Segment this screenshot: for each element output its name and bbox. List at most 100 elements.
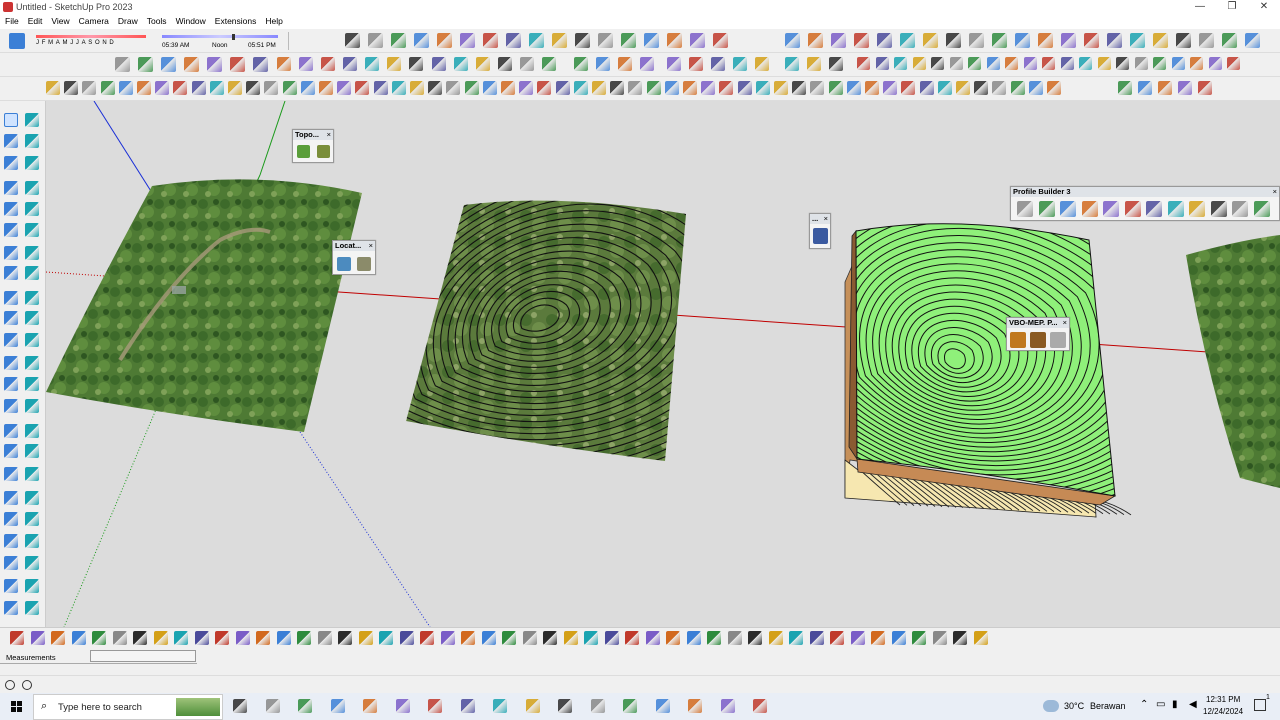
small-panel-close-icon[interactable]: × bbox=[824, 214, 828, 224]
contoured-image-surface[interactable] bbox=[237, 101, 915, 610]
draw-tool-icon[interactable] bbox=[428, 81, 443, 95]
bottom-tool-icon[interactable] bbox=[522, 631, 537, 645]
style-tool-icon[interactable] bbox=[574, 57, 588, 71]
profile-tool-icon[interactable] bbox=[1210, 201, 1227, 217]
bottom-tool-icon[interactable] bbox=[235, 631, 250, 645]
draw-tool-icon[interactable] bbox=[209, 81, 224, 95]
menu-edit[interactable]: Edit bbox=[23, 15, 47, 26]
curve-tool-icon[interactable] bbox=[968, 57, 981, 70]
vbo-mep-panel[interactable]: VBO-MEP. P... × bbox=[1006, 317, 1070, 351]
bottom-tool-icon[interactable] bbox=[932, 631, 947, 645]
style-tool-icon[interactable] bbox=[618, 57, 632, 71]
row1b-tool-icon[interactable] bbox=[1153, 33, 1168, 48]
bottom-tool-icon[interactable] bbox=[748, 631, 762, 645]
draw-tool-icon[interactable] bbox=[974, 81, 989, 95]
section-tool-icon[interactable] bbox=[542, 57, 556, 71]
camera-tool-icon[interactable] bbox=[299, 57, 313, 71]
left-tool-icon[interactable] bbox=[25, 467, 39, 481]
row1b-tool-icon[interactable] bbox=[946, 33, 961, 48]
row1-tool-icon[interactable] bbox=[506, 33, 521, 48]
draw-tool-icon[interactable] bbox=[919, 81, 934, 95]
terrain-tool-icon[interactable] bbox=[1118, 81, 1132, 95]
bottom-tool-icon[interactable] bbox=[338, 631, 352, 645]
bottom-tool-icon[interactable] bbox=[973, 631, 988, 645]
bottom-tool-icon[interactable] bbox=[317, 631, 332, 645]
draw-tool-icon[interactable] bbox=[901, 81, 916, 95]
draw-tool-icon[interactable] bbox=[1010, 81, 1025, 95]
row1-tool-icon[interactable] bbox=[644, 33, 659, 48]
curve-tool-icon[interactable] bbox=[1023, 57, 1037, 70]
row1b-tool-icon[interactable] bbox=[1084, 33, 1099, 48]
grid-tool-icon[interactable] bbox=[1050, 332, 1066, 348]
curve-tool-icon[interactable] bbox=[1171, 57, 1185, 70]
left-tool-icon[interactable] bbox=[4, 202, 18, 216]
camera-tool-icon[interactable] bbox=[365, 57, 379, 71]
close-button[interactable]: ✕ bbox=[1248, 0, 1280, 15]
bottom-tool-icon[interactable] bbox=[604, 631, 619, 645]
left-tool-icon[interactable] bbox=[4, 579, 18, 593]
draw-tool-icon[interactable] bbox=[592, 81, 606, 95]
draw-tool-icon[interactable] bbox=[628, 81, 643, 95]
row1-tool-icon[interactable] bbox=[713, 33, 728, 48]
bottom-tool-icon[interactable] bbox=[112, 631, 127, 645]
left-tool-icon[interactable] bbox=[4, 156, 18, 170]
view-tool-icon[interactable] bbox=[230, 57, 245, 72]
draw-tool-icon[interactable] bbox=[719, 81, 734, 95]
bottom-tool-icon[interactable] bbox=[502, 631, 516, 645]
row1b-tool-icon[interactable] bbox=[1176, 33, 1191, 48]
left-tool-icon[interactable] bbox=[25, 181, 39, 195]
bottom-tool-icon[interactable] bbox=[953, 631, 967, 645]
row1b-tool-icon[interactable] bbox=[1038, 33, 1053, 48]
left-tool-icon[interactable] bbox=[4, 311, 18, 325]
chevron-up-icon[interactable]: ⌃ bbox=[1140, 699, 1148, 710]
draw-tool-icon[interactable] bbox=[391, 81, 406, 95]
left-tool-icon[interactable] bbox=[25, 223, 39, 237]
menu-window[interactable]: Window bbox=[171, 15, 210, 26]
profile-tool-icon[interactable] bbox=[1017, 201, 1033, 217]
row1-tool-icon[interactable] bbox=[414, 33, 429, 48]
row1-tool-icon[interactable] bbox=[345, 33, 360, 48]
model-viewport[interactable]: Topo... × Locat... × ... × Profile Builder … bbox=[46, 101, 1280, 627]
draw-tool-icon[interactable] bbox=[792, 81, 807, 95]
curve-tool-icon[interactable] bbox=[912, 57, 926, 70]
left-tool-icon[interactable] bbox=[4, 377, 18, 391]
bottom-tool-icon[interactable] bbox=[727, 631, 742, 645]
bottom-tool-icon[interactable] bbox=[686, 631, 701, 645]
left-tool-icon[interactable] bbox=[25, 333, 39, 347]
taskbar-app-tool-icon[interactable] bbox=[623, 699, 637, 713]
draw-tool-icon[interactable] bbox=[482, 81, 497, 95]
view-tool-icon[interactable] bbox=[161, 57, 176, 72]
bottom-tool-icon[interactable] bbox=[30, 631, 45, 645]
bottom-tool-icon[interactable] bbox=[707, 631, 721, 645]
view-tool-icon[interactable] bbox=[253, 57, 268, 72]
bottom-tool-icon[interactable] bbox=[358, 631, 373, 645]
curve-tool-icon[interactable] bbox=[894, 57, 907, 70]
left-tool-icon[interactable] bbox=[4, 467, 18, 481]
section-tool-icon[interactable] bbox=[432, 57, 446, 71]
left-tool-icon[interactable] bbox=[4, 601, 18, 615]
left-tool-icon[interactable] bbox=[25, 246, 39, 260]
terrain-tool-icon[interactable] bbox=[1158, 81, 1172, 95]
curve-tool-icon[interactable] bbox=[1060, 57, 1074, 70]
draw-tool-icon[interactable] bbox=[64, 81, 79, 95]
view-tool-icon[interactable] bbox=[115, 57, 130, 72]
view-tool-icon[interactable] bbox=[184, 57, 199, 72]
row1-tool-icon[interactable] bbox=[391, 33, 406, 48]
left-tool-icon[interactable] bbox=[25, 377, 39, 391]
profile-tool-icon[interactable] bbox=[1081, 201, 1098, 217]
menu-help[interactable]: Help bbox=[260, 15, 286, 26]
draw-tool-icon[interactable] bbox=[264, 81, 279, 95]
draw-tool-icon[interactable] bbox=[646, 81, 661, 95]
camera-tool-icon[interactable] bbox=[277, 57, 291, 71]
bottom-tool-icon[interactable] bbox=[768, 631, 783, 645]
left-tool-icon[interactable] bbox=[4, 266, 18, 280]
curve-tool-icon[interactable] bbox=[875, 57, 889, 70]
row1-tool-icon[interactable] bbox=[690, 33, 705, 48]
bottom-tool-icon[interactable] bbox=[543, 631, 557, 645]
row1b-tool-icon[interactable] bbox=[900, 33, 915, 48]
left-tool-icon[interactable] bbox=[25, 512, 39, 526]
bottom-tool-icon[interactable] bbox=[51, 631, 65, 645]
draw-tool-icon[interactable] bbox=[828, 81, 843, 95]
bottom-tool-icon[interactable] bbox=[809, 631, 824, 645]
draw-tool-icon[interactable] bbox=[410, 81, 424, 95]
